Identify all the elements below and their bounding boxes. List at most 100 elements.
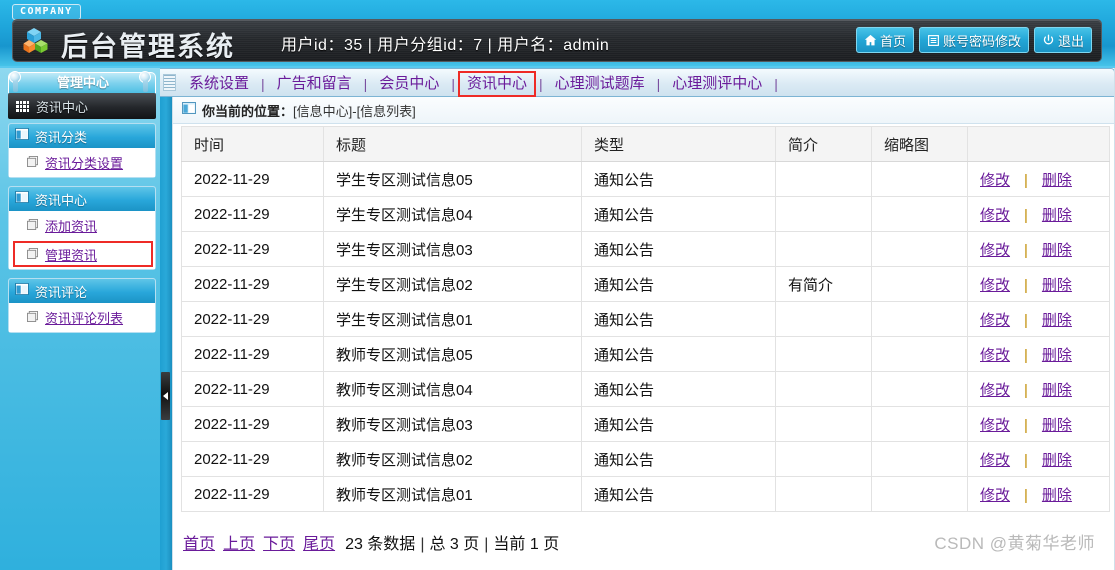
logout-button-label: 退出 bbox=[1057, 33, 1084, 49]
table-row: 2022-11-29 学生专区测试信息05 通知公告 修改 | 删除 bbox=[181, 161, 1110, 197]
cell-actions: 修改 | 删除 bbox=[967, 196, 1110, 232]
edit-link[interactable]: 修改 bbox=[980, 452, 1010, 469]
cell-type: 通知公告 bbox=[581, 231, 776, 267]
pager-next-link[interactable]: 下页 bbox=[263, 536, 295, 553]
edit-link[interactable]: 修改 bbox=[980, 347, 1010, 364]
edit-link[interactable]: 修改 bbox=[980, 487, 1010, 504]
sidebar-collapse-handle[interactable] bbox=[161, 372, 170, 420]
delete-link[interactable]: 删除 bbox=[1042, 452, 1072, 469]
news-table: 时间 标题 类型 简介 缩略图 2022-11-29 学生专区测试信息05 通知公告 修改 | 删… bbox=[181, 126, 1110, 512]
cell-title: 教师专区测试信息03 bbox=[323, 406, 582, 442]
pager-total-pages: 总 3 页 bbox=[429, 536, 480, 553]
cell-actions: 修改 | 删除 bbox=[967, 266, 1110, 302]
page-icon bbox=[27, 309, 38, 327]
sidebar-item-1-1[interactable]: 资讯分类设置 bbox=[9, 148, 155, 177]
cell-title: 学生专区测试信息03 bbox=[323, 231, 582, 267]
cell-thumb bbox=[871, 441, 968, 477]
sidebar-group-header-3[interactable]: 资讯评论 bbox=[9, 279, 155, 303]
edit-link[interactable]: 修改 bbox=[980, 417, 1010, 434]
cell-time: 2022-11-29 bbox=[181, 406, 324, 442]
logout-button[interactable]: 退出 bbox=[1033, 27, 1092, 53]
delete-link[interactable]: 删除 bbox=[1042, 487, 1072, 504]
sidebar-section-label: 资讯中心 bbox=[36, 99, 89, 115]
sidebar-group-3: 资讯评论资讯评论列表 bbox=[8, 278, 156, 333]
action-separator: | bbox=[1024, 311, 1028, 329]
home-button-label: 首页 bbox=[879, 33, 906, 49]
sidebar-section-header: 资讯中心 bbox=[8, 93, 156, 119]
table-row: 2022-11-29 教师专区测试信息03 通知公告 修改 | 删除 bbox=[181, 406, 1110, 442]
breadcrumb-prefix: 你当前的位置： bbox=[202, 103, 294, 119]
nav-item-4[interactable]: 资讯中心 bbox=[456, 70, 538, 97]
nav-item-5[interactable]: 心理测试题库 bbox=[544, 70, 656, 97]
home-icon bbox=[864, 34, 877, 47]
cell-actions: 修改 | 删除 bbox=[967, 441, 1110, 477]
delete-link[interactable]: 删除 bbox=[1042, 242, 1072, 259]
home-button[interactable]: 首页 bbox=[855, 27, 914, 53]
cell-time: 2022-11-29 bbox=[181, 161, 324, 197]
system-title: 后台管理系统 bbox=[61, 32, 235, 62]
pager-last-link[interactable]: 尾页 bbox=[303, 536, 335, 553]
cell-time: 2022-11-29 bbox=[181, 476, 324, 512]
window-icon bbox=[15, 282, 29, 300]
table-row: 2022-11-29 学生专区测试信息02 通知公告 有简介 修改 | 删除 bbox=[181, 266, 1110, 302]
table-column-header-1: 时间 bbox=[181, 126, 324, 162]
edit-link[interactable]: 修改 bbox=[980, 172, 1010, 189]
edit-link[interactable]: 修改 bbox=[980, 277, 1010, 294]
nav-grip-icon bbox=[163, 74, 176, 91]
sidebar-item-2-1[interactable]: 添加资讯 bbox=[9, 211, 155, 240]
sidebar-item-2-2[interactable]: 管理资讯 bbox=[9, 240, 155, 269]
delete-link[interactable]: 删除 bbox=[1042, 417, 1072, 434]
sidebar-item-3-1[interactable]: 资讯评论列表 bbox=[9, 303, 155, 332]
delete-link[interactable]: 删除 bbox=[1042, 172, 1072, 189]
cell-actions: 修改 | 删除 bbox=[967, 231, 1110, 267]
cell-title: 教师专区测试信息05 bbox=[323, 336, 582, 372]
delete-link[interactable]: 删除 bbox=[1042, 277, 1072, 294]
pager-prev-link[interactable]: 上页 bbox=[223, 536, 255, 553]
nav-item-1[interactable]: 系统设置 bbox=[178, 70, 260, 97]
sidebar-item-label: 资讯评论列表 bbox=[45, 311, 124, 326]
grid-dots-icon bbox=[16, 100, 29, 112]
action-separator: | bbox=[1024, 416, 1028, 434]
nav-items-container: 系统设置 | 广告和留言 | 会员中心 | 资讯中心 | 心理测试题库 | 心理测评中心 | bbox=[178, 69, 779, 98]
delete-link[interactable]: 删除 bbox=[1042, 382, 1072, 399]
pager-first-link[interactable]: 首页 bbox=[183, 536, 215, 553]
table-row: 2022-11-29 教师专区测试信息01 通知公告 修改 | 删除 bbox=[181, 476, 1110, 512]
admin-page: COMPANY 后台管理系统 用户id：35 | 用户分组id：7 | 用户名：… bbox=[0, 0, 1115, 570]
delete-link[interactable]: 删除 bbox=[1042, 312, 1072, 329]
nav-item-6[interactable]: 心理测评中心 bbox=[661, 70, 773, 97]
power-icon bbox=[1042, 34, 1055, 47]
cell-actions: 修改 | 删除 bbox=[967, 476, 1110, 512]
pager-separator-1: | bbox=[420, 536, 425, 553]
sidebar-tab-management-center[interactable]: 管理中心 bbox=[8, 72, 156, 93]
table-column-header-3: 类型 bbox=[581, 126, 776, 162]
table-column-header-6 bbox=[967, 126, 1110, 162]
edit-link[interactable]: 修改 bbox=[980, 382, 1010, 399]
cell-time: 2022-11-29 bbox=[181, 371, 324, 407]
action-separator: | bbox=[1024, 346, 1028, 364]
sidebar-group-header-2[interactable]: 资讯中心 bbox=[9, 187, 155, 211]
edit-link[interactable]: 修改 bbox=[980, 207, 1010, 224]
sidebar-item-label: 管理资讯 bbox=[45, 248, 98, 263]
change-password-button[interactable]: 账号密码修改 bbox=[918, 27, 1029, 53]
cell-time: 2022-11-29 bbox=[181, 336, 324, 372]
nav-item-2[interactable]: 广告和留言 bbox=[266, 70, 363, 97]
header-inner-bar: 后台管理系统 用户id：35 | 用户分组id：7 | 用户名：admin 首页… bbox=[12, 19, 1102, 62]
screw-decoration-right bbox=[139, 71, 151, 92]
screw-decoration-left bbox=[9, 71, 21, 92]
edit-link[interactable]: 修改 bbox=[980, 312, 1010, 329]
cell-type: 通知公告 bbox=[581, 476, 776, 512]
table-row: 2022-11-29 教师专区测试信息05 通知公告 修改 | 删除 bbox=[181, 336, 1110, 372]
cell-type: 通知公告 bbox=[581, 371, 776, 407]
nav-item-3[interactable]: 会员中心 bbox=[368, 70, 450, 97]
app-header: COMPANY 后台管理系统 用户id：35 | 用户分组id：7 | 用户名：… bbox=[0, 0, 1115, 68]
cell-thumb bbox=[871, 231, 968, 267]
delete-link[interactable]: 删除 bbox=[1042, 207, 1072, 224]
sidebar-splitter[interactable] bbox=[160, 97, 172, 570]
header-actions: 首页 账号密码修改 退出 bbox=[855, 27, 1092, 53]
delete-link[interactable]: 删除 bbox=[1042, 347, 1072, 364]
page-icon bbox=[27, 154, 38, 172]
edit-link[interactable]: 修改 bbox=[980, 242, 1010, 259]
company-badge: COMPANY bbox=[12, 4, 81, 20]
sidebar-group-header-1[interactable]: 资讯分类 bbox=[9, 124, 155, 148]
table-row: 2022-11-29 学生专区测试信息04 通知公告 修改 | 删除 bbox=[181, 196, 1110, 232]
